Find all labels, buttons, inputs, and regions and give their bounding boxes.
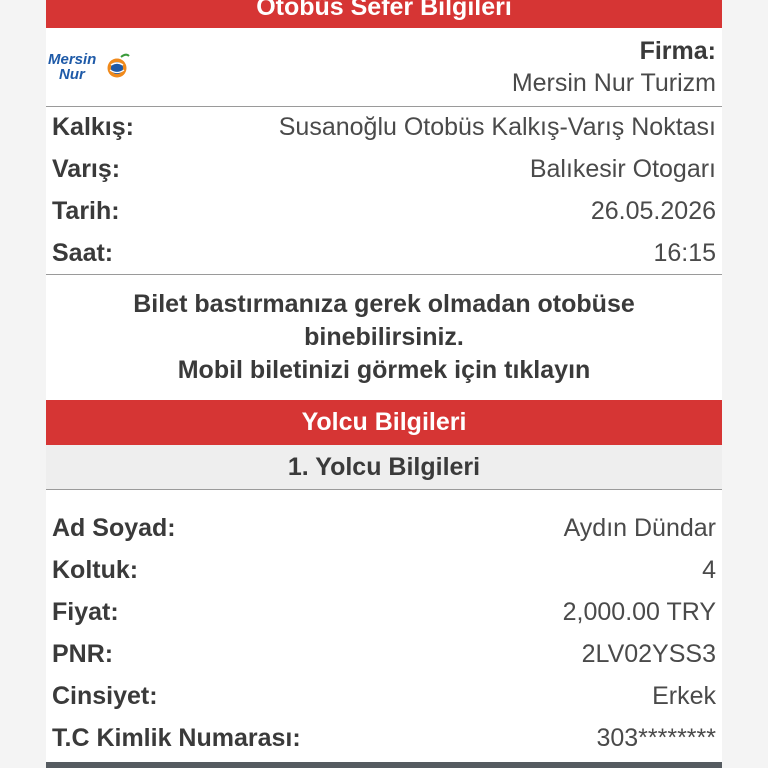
trip-row-time: Saat: 16:15 [46,233,722,275]
divider [46,274,722,275]
logo-text-line2: Nur [59,66,86,83]
passenger-row-name: Ad Soyad: Aydın Dündar [46,508,722,550]
passenger-row-pnr: PNR: 2LV02YSS3 [46,634,722,676]
departure-label: Kalkış: [52,113,134,141]
price-label: Fiyat: [52,598,119,626]
name-value: Aydın Dündar [563,514,716,542]
trip-row-arrival: Varış: Balıkesir Otogarı [46,149,722,191]
passenger-row-price: Fiyat: 2,000.00 TRY [46,592,722,634]
date-label: Tarih: [52,197,120,225]
id-number-label: T.C Kimlik Numarası: [52,724,301,752]
passenger-info-header-title: Yolcu Bilgileri [301,408,467,436]
arrival-label: Varış: [52,155,121,183]
pnr-label: PNR: [52,640,114,668]
notice-line1: Bilet bastırmanıza gerek olmadan otobüse [133,290,635,318]
trip-info-header-title: Otobüs Sefer Bilgileri [256,0,512,21]
gender-value: Erkek [652,682,716,710]
mersin-nur-logo: Mersin Nur [48,51,130,83]
departure-value: Susanoğlu Otobüs Kalkış-Varış Noktası [278,113,716,141]
time-value: 16:15 [653,239,716,267]
price-value: 2,000.00 TRY [562,598,716,626]
ticket-card: Otobüs Sefer Bilgileri Mersin Nur Firma:… [46,0,722,768]
passenger-1-subheader-title: 1. Yolcu Bilgileri [287,453,481,481]
id-number-value: 303******** [596,724,716,752]
pnr-value: 2LV02YSS3 [581,640,716,668]
notice-line2: binebilirsiniz. [304,323,464,351]
company-block: Mersin Nur Firma: Mersin Nur Turizm [46,28,722,106]
arrival-value: Balıkesir Otogarı [529,155,716,183]
passenger-row-seat: Koltuk: 4 [46,550,722,592]
trip-row-date: Tarih: 26.05.2026 [46,191,722,233]
company-name: Mersin Nur Turizm [511,69,716,97]
mobile-ticket-notice: Bilet bastırmanıza gerek olmadan otobüse… [46,288,722,387]
passenger-info-header: Yolcu Bilgileri [46,400,722,445]
seat-label: Koltuk: [52,556,139,584]
seat-value: 4 [702,556,716,584]
passenger-row-gender: Cinsiyet: Erkek [46,676,722,718]
company-label: Firma: [639,37,716,65]
divider [46,489,722,490]
time-label: Saat: [52,239,114,267]
trip-row-departure: Kalkış: Susanoğlu Otobüs Kalkış-Varış No… [46,107,722,149]
mobile-ticket-link[interactable]: Mobil biletinizi görmek için tıklayın [46,354,722,387]
bottom-bar [46,762,722,768]
passenger-row-id: T.C Kimlik Numarası: 303******** [46,718,722,760]
date-value: 26.05.2026 [590,197,716,225]
passenger-1-subheader: 1. Yolcu Bilgileri [46,445,722,489]
gender-label: Cinsiyet: [52,682,158,710]
name-label: Ad Soyad: [52,514,176,542]
trip-info-header: Otobüs Sefer Bilgileri [46,0,722,28]
